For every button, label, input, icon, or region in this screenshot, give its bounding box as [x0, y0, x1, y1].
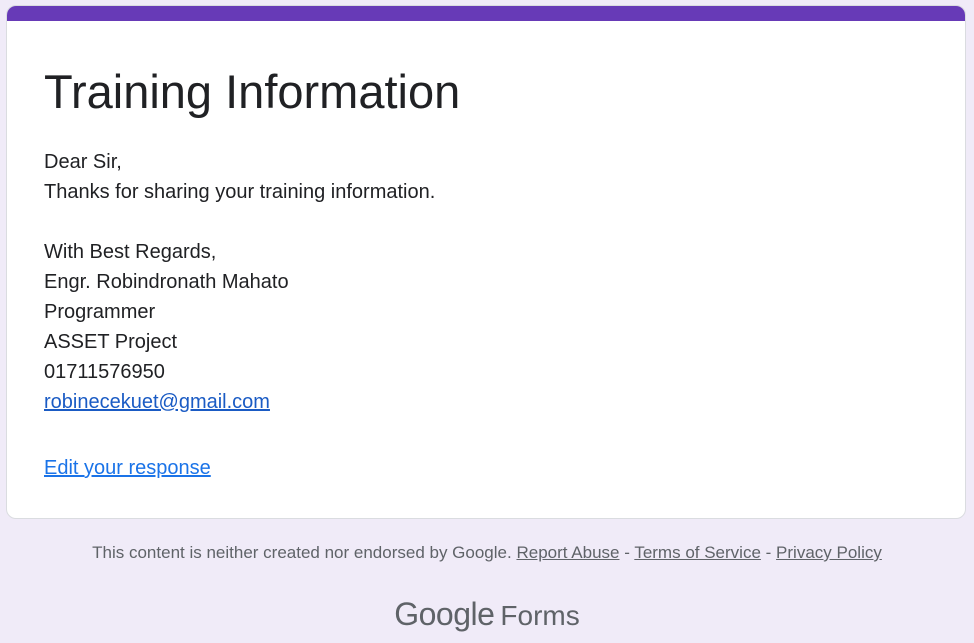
- signature-email-link[interactable]: robinecekuet@gmail.com: [44, 391, 270, 413]
- message-greeting: Dear Sir,: [44, 151, 122, 173]
- confirmation-message: Dear Sir, Thanks for sharing your traini…: [44, 147, 435, 417]
- footer-disclaimer: This content is neither created nor endo…: [0, 541, 974, 565]
- confirmation-card: Training Information Dear Sir, Thanks fo…: [6, 5, 966, 519]
- message-spacer: [44, 207, 435, 237]
- privacy-policy-link[interactable]: Privacy Policy: [776, 543, 882, 562]
- signature-email-line: robinecekuet@gmail.com: [44, 387, 435, 417]
- forms-product-text: Forms: [500, 600, 580, 631]
- signature-phone: 01711576950: [44, 361, 165, 383]
- form-title: Training Information: [44, 65, 461, 118]
- card-accent-bar: [7, 6, 965, 21]
- google-logo-text: Google: [394, 596, 495, 632]
- edit-response-link[interactable]: Edit your response: [44, 454, 211, 482]
- report-abuse-link[interactable]: Report Abuse: [516, 543, 619, 562]
- footer-separator: -: [624, 543, 630, 562]
- signature-role: Programmer: [44, 301, 156, 323]
- message-thanks: Thanks for sharing your training informa…: [44, 181, 436, 203]
- message-closing: With Best Regards,: [44, 241, 217, 263]
- google-forms-logo[interactable]: Google Forms: [0, 596, 974, 633]
- disclaimer-text: This content is neither created nor endo…: [92, 543, 512, 562]
- footer-separator: -: [765, 543, 772, 562]
- signature-name: Engr. Robindronath Mahato: [44, 271, 289, 293]
- terms-of-service-link[interactable]: Terms of Service: [634, 543, 761, 562]
- signature-project: ASSET Project: [44, 331, 178, 353]
